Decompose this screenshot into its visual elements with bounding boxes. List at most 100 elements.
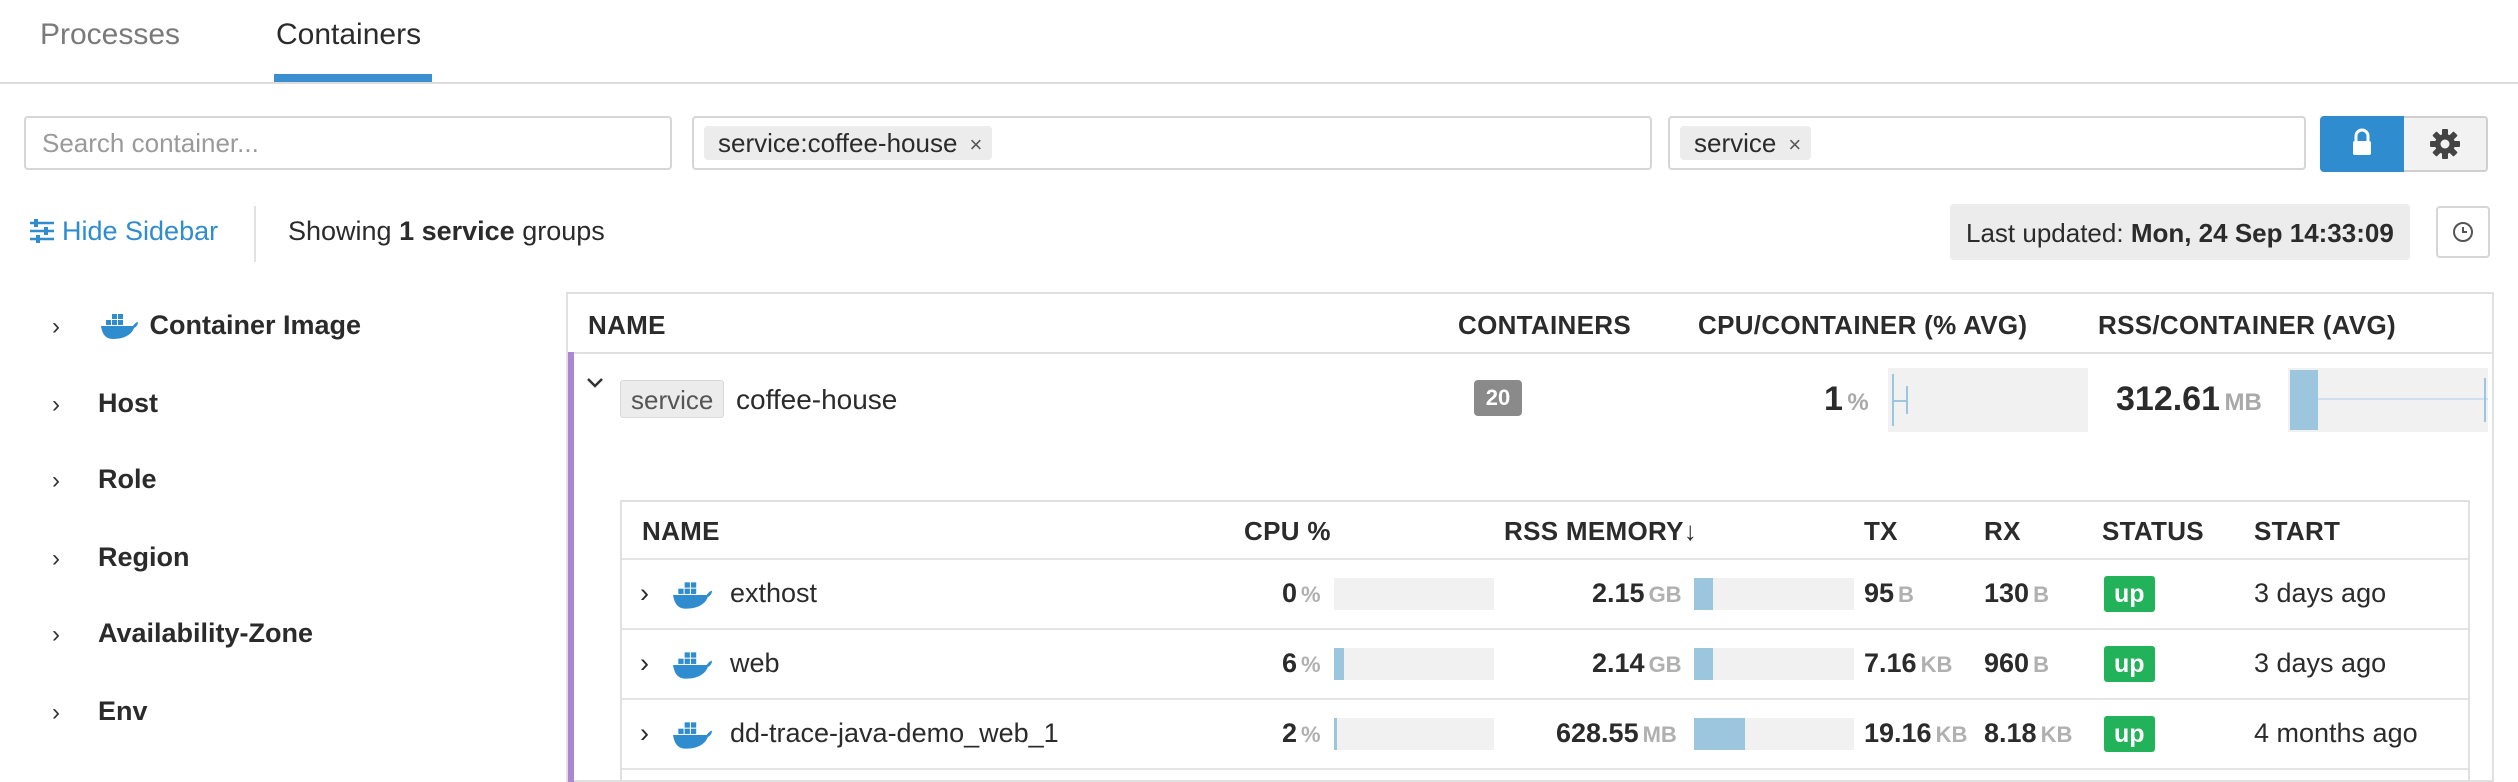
rss-bar-fill (1694, 718, 1746, 750)
col-header-rss-memory[interactable]: RSS MEMORY↓ (1504, 516, 1697, 547)
col-header-containers[interactable]: CONTAINERS (1458, 310, 1631, 341)
cpu-bar (1334, 718, 1494, 750)
group-tag-value[interactable]: coffee-house (736, 384, 897, 416)
sidebar-item-role[interactable]: › Role (52, 464, 157, 495)
last-updated-label: Last updated: (1966, 218, 2131, 248)
col-header-name[interactable]: NAME (642, 516, 720, 547)
rss-avg-value: 312.61 MB (2116, 380, 2262, 419)
cpu-bar-fill (1334, 718, 1338, 750)
rss-bar (1694, 648, 1854, 680)
col-header-rx[interactable]: RX (1984, 516, 2021, 547)
rss-bar (1694, 718, 1854, 750)
container-name[interactable]: dd-trace-java-demo_web_1 (730, 718, 1059, 749)
rx-value: 960 B (1984, 648, 2049, 678)
search-container-input[interactable] (24, 116, 672, 170)
rx-value: 130 B (1984, 578, 2049, 608)
status-badge: up (2104, 576, 2155, 612)
showing-prefix: Showing (288, 216, 400, 246)
container-name[interactable]: web (730, 648, 780, 679)
start-time: 3 days ago (2254, 578, 2387, 608)
rss-bar-fill (1694, 648, 1714, 680)
status-badge: up (2104, 646, 2155, 682)
group-chip-label: service (1694, 128, 1777, 158)
lock-button[interactable] (2320, 116, 2404, 172)
sidebar-item-container-image[interactable]: › Container Image (52, 310, 361, 341)
collapse-chevron-icon[interactable] (584, 372, 606, 401)
status-badge: up (2104, 716, 2155, 752)
cpu-value: 6% (1282, 648, 1321, 678)
docker-icon (672, 580, 712, 610)
table-row[interactable]: › web 6% 2.14 GB 7.16 KB 960 B up 3 days ag… (0, 630, 2518, 698)
hide-sidebar-link[interactable]: Hide Sidebar (28, 216, 218, 247)
col-header-rss-per-container[interactable]: RSS/CONTAINER (AVG) (2098, 310, 2396, 341)
rss-bar-fill (1694, 578, 1714, 610)
showing-count: 1 service (399, 216, 515, 246)
expand-row-chevron-icon[interactable]: › (640, 578, 649, 609)
hide-sidebar-label: Hide Sidebar (62, 216, 219, 246)
rx-value: 8.18 KB (1984, 718, 2073, 748)
col-header-tx[interactable]: TX (1864, 516, 1898, 547)
sidebar-item-host[interactable]: › Host (52, 388, 158, 419)
col-header-start[interactable]: START (2254, 516, 2340, 547)
start-time: 3 days ago (2254, 648, 2387, 678)
cpu-avg-unit: % (1847, 389, 1869, 416)
table-row[interactable]: › exthost 0% 2.15 GB 95 B 130 B up 3 days a… (0, 560, 2518, 628)
docker-icon (672, 650, 712, 680)
col-header-name[interactable]: NAME (588, 310, 666, 341)
cpu-avg-number: 1 (1824, 380, 1843, 418)
expand-row-chevron-icon[interactable]: › (640, 648, 649, 679)
rss-avg-unit: MB (2224, 389, 2262, 416)
sliders-icon (30, 219, 54, 243)
rss-avg-number: 312.61 (2116, 380, 2220, 418)
expand-row-chevron-icon[interactable]: › (640, 718, 649, 749)
chevron-right-icon: › (52, 391, 60, 418)
cpu-bar (1334, 648, 1494, 680)
col-header-status[interactable]: STATUS (2102, 516, 2204, 547)
showing-suffix: groups (514, 216, 605, 246)
clock-icon (2453, 222, 2473, 242)
sidebar-item-label: Host (98, 388, 158, 418)
col-header-cpu-per-container[interactable]: CPU/CONTAINER (% AVG) (1698, 310, 2027, 341)
cpu-bar (1334, 578, 1494, 610)
group-by-tag-input[interactable]: service × (1668, 116, 2306, 170)
gear-icon (2430, 129, 2460, 159)
rss-value: 2.15 GB (1592, 578, 1682, 608)
sidebar-item-label: Container Image (149, 310, 362, 340)
sidebar-item-label: Role (98, 464, 157, 494)
row-divider (622, 768, 2468, 770)
col-header-cpu[interactable]: CPU % (1244, 516, 1331, 547)
tx-value: 7.16 KB (1864, 648, 1953, 678)
tab-processes[interactable]: Processes (40, 18, 180, 52)
rss-bar (1694, 578, 1854, 610)
remove-group-icon[interactable]: × (1788, 132, 1801, 157)
tx-value: 95 B (1864, 578, 1914, 608)
chevron-right-icon: › (52, 313, 60, 340)
last-updated-value: Mon, 24 Sep 14:33:09 (2130, 218, 2394, 248)
filter-tag-input[interactable]: service:coffee-house × (692, 116, 1652, 170)
group-chip: service × (1680, 126, 1812, 160)
rss-sparkline (2288, 368, 2488, 432)
filter-chip-label: service:coffee-house (718, 128, 958, 158)
tab-containers[interactable]: Containers (276, 18, 421, 52)
container-name[interactable]: exthost (730, 578, 817, 609)
top-tabs: Processes Containers (0, 0, 2518, 84)
cpu-value: 2% (1282, 718, 1321, 748)
group-table-header: NAME CONTAINERS CPU/CONTAINER (% AVG) RS… (568, 294, 2492, 354)
cpu-bar-fill (1334, 648, 1344, 680)
docker-icon (672, 720, 712, 750)
containers-count-badge: 20 (1474, 380, 1522, 416)
cpu-avg-value: 1 % (1824, 380, 1869, 419)
time-travel-button[interactable] (2436, 206, 2490, 258)
tx-value: 19.16 KB (1864, 718, 1968, 748)
settings-button[interactable] (2404, 116, 2488, 172)
chevron-right-icon: › (52, 467, 60, 494)
start-time: 4 months ago (2254, 718, 2418, 748)
rss-value: 2.14 GB (1592, 648, 1682, 678)
cpu-sparkline (1888, 368, 2088, 432)
info-divider (254, 206, 256, 262)
group-tag-key: service (620, 380, 725, 418)
table-row[interactable]: › dd-trace-java-demo_web_1 2% 628.55 MB 1… (0, 700, 2518, 768)
docker-icon (100, 312, 138, 340)
remove-filter-icon[interactable]: × (969, 132, 982, 157)
filter-chip: service:coffee-house × (704, 126, 993, 160)
